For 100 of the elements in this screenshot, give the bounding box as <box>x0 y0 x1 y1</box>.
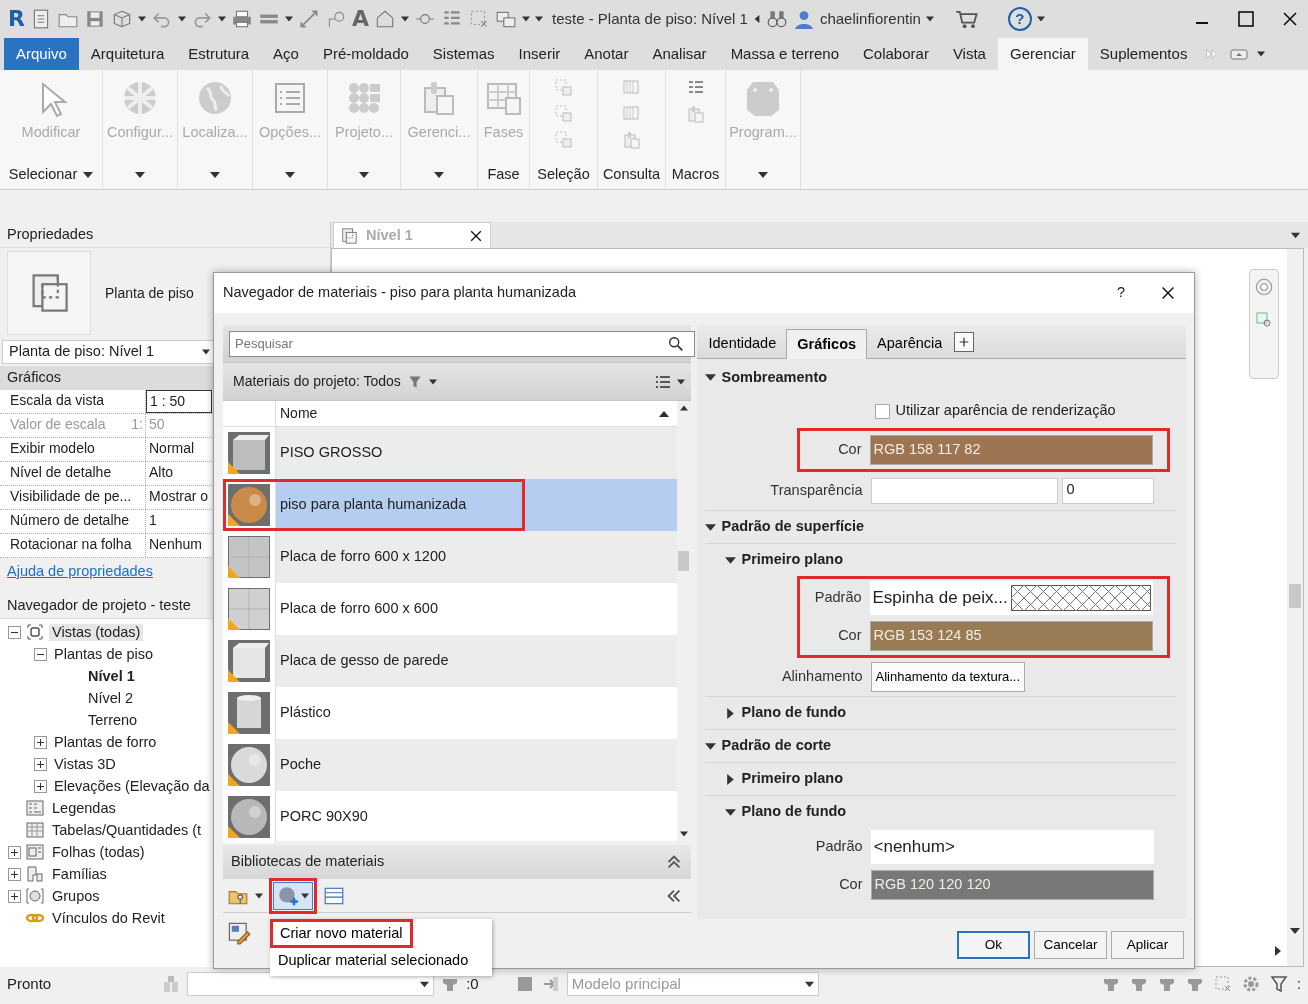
tree-item[interactable]: Vistas (todas) <box>49 623 144 642</box>
collapse-icon[interactable] <box>724 806 736 818</box>
section-title[interactable]: Sombreamento <box>721 368 828 387</box>
color-field[interactable]: RGB 120 120 120 <box>870 870 1154 900</box>
dialog-button[interactable]: Aplicar <box>1111 931 1184 959</box>
tree-item[interactable]: Tabelas/Quantidades (t <box>49 821 205 840</box>
dialog-button[interactable]: Ok <box>957 931 1030 959</box>
app-logo[interactable]: R <box>8 5 25 33</box>
filter-icon[interactable] <box>406 373 423 390</box>
ribbon-tab[interactable]: Anotar <box>572 38 641 70</box>
binoculars-icon[interactable] <box>765 8 788 30</box>
close-icon[interactable] <box>1159 284 1177 302</box>
measure-icon[interactable] <box>297 8 320 30</box>
ribbon-tab[interactable]: Gerenciar <box>997 38 1088 70</box>
print-icon[interactable] <box>230 8 253 30</box>
tree-item[interactable]: Folhas (todas) <box>49 843 148 862</box>
section-title[interactable]: Padrão de corte <box>721 737 832 755</box>
ribbon-tab[interactable]: Massa e terreno <box>718 38 851 70</box>
value-field[interactable]: 1 : 50 <box>146 390 212 413</box>
ribbon-tab[interactable]: Vista <box>940 38 998 70</box>
filter-icon[interactable] <box>1268 974 1289 994</box>
material-row[interactable]: Plástico <box>223 687 677 739</box>
pattern-field[interactable]: <nenhum> <box>870 830 1154 864</box>
add-tab-button[interactable] <box>954 332 975 352</box>
ribbon-tab[interactable]: Estrutura <box>176 38 262 70</box>
steering-wheel-icon[interactable] <box>1253 276 1275 298</box>
ribbon-tab[interactable]: Pré-moldado <box>310 38 421 70</box>
checkbox[interactable] <box>874 403 890 419</box>
material-row[interactable]: PORC 90X90 <box>223 791 677 843</box>
ribbon-tab[interactable]: Sistemas <box>420 38 507 70</box>
section-title[interactable]: Primeiro plano <box>741 551 844 569</box>
tab[interactable]: Gráficos <box>786 328 868 359</box>
expand-icon[interactable] <box>34 757 47 771</box>
color-field[interactable]: RGB 158 117 82 <box>869 435 1153 465</box>
dialog-button[interactable]: Cancelar <box>1034 931 1107 959</box>
file-menu-button[interactable]: Arquivo <box>4 38 79 70</box>
tree-item[interactable]: Nível 1 <box>85 667 138 686</box>
material-row[interactable]: Placa de forro 600 x 1200 <box>223 531 677 583</box>
section-title[interactable]: Primeiro plano <box>741 770 844 788</box>
tree-item[interactable]: Elevações (Elevação da <box>51 777 213 796</box>
column-header[interactable]: Nome <box>276 405 659 422</box>
collapse-icon[interactable] <box>704 521 716 533</box>
section-title[interactable]: Plano de fundo <box>741 704 847 722</box>
ribbon-tab[interactable]: Inserir <box>506 38 573 70</box>
expand-icon[interactable] <box>8 845 21 859</box>
tree-item[interactable]: Vínculos do Revit <box>49 909 168 928</box>
scrollbar-thumb[interactable] <box>678 551 689 571</box>
text-tool-button[interactable]: A <box>351 5 369 33</box>
material-row[interactable]: Poche <box>223 739 677 791</box>
expand-icon[interactable] <box>34 735 47 749</box>
section-title[interactable]: Padrão de superfície <box>721 518 865 536</box>
collapse-icon[interactable] <box>34 647 47 661</box>
help-button[interactable]: ? <box>1108 284 1133 302</box>
expand-icon[interactable] <box>8 867 21 881</box>
user-icon[interactable] <box>792 8 815 30</box>
texture-alignment-button[interactable]: Alinhamento da textura... <box>870 662 1026 692</box>
scrollbar-thumb[interactable] <box>1289 584 1301 608</box>
expand-icon[interactable] <box>8 889 21 903</box>
zoom-icon[interactable] <box>1254 310 1274 330</box>
tree-item[interactable]: Nível 2 <box>85 689 137 708</box>
select-icon[interactable] <box>1212 974 1233 994</box>
tab[interactable]: Aparência <box>867 328 953 358</box>
tab[interactable]: Identidade <box>698 328 787 358</box>
tree-item[interactable]: Plantas de forro <box>51 733 160 752</box>
pattern-field[interactable]: Espinha de peix... <box>869 581 1153 615</box>
material-editor-icon[interactable] <box>227 921 251 945</box>
material-row[interactable]: PISO GROSSO <box>223 427 677 479</box>
ribbon-tab[interactable]: Suplementos <box>1087 38 1200 70</box>
tree-item[interactable]: Grupos <box>49 887 103 906</box>
material-row[interactable]: Placa de gesso de parede <box>223 635 677 687</box>
material-row[interactable]: piso para planta humanizada <box>223 479 677 531</box>
collapse-icon[interactable] <box>724 554 736 566</box>
select-icon[interactable] <box>468 8 490 30</box>
help-button[interactable]: ? <box>1007 7 1032 31</box>
menu-item[interactable]: Criar novo material <box>272 921 411 947</box>
ribbon-tab[interactable]: Arquitetura <box>78 38 177 70</box>
help-link[interactable]: Ajuda de propriedades <box>0 558 160 586</box>
search-field[interactable]: Pesquisar <box>229 330 695 357</box>
user-name[interactable]: chaelinfiorentin <box>819 10 921 28</box>
ribbon-tab[interactable]: Aço <box>261 38 311 70</box>
collapse-icon[interactable] <box>8 625 21 639</box>
tree-item[interactable]: Famílias <box>49 865 110 884</box>
ribbon-tab[interactable]: Colaborar <box>851 38 941 70</box>
ribbon-tab[interactable]: Analisar <box>640 38 719 70</box>
expand-icon[interactable] <box>724 707 736 719</box>
expand-icon[interactable] <box>34 779 47 793</box>
tree-item[interactable]: Terreno <box>85 711 141 730</box>
maximize-icon[interactable] <box>1236 9 1256 29</box>
house-icon[interactable] <box>374 8 396 30</box>
slider-track[interactable] <box>870 478 1058 504</box>
collapse-icon[interactable] <box>704 740 716 752</box>
section-title[interactable]: Plano de fundo <box>741 803 847 821</box>
tree-item[interactable]: Legendas <box>49 799 119 818</box>
collapse-icon[interactable] <box>704 372 716 383</box>
tree-item[interactable]: Vistas 3D <box>51 755 119 774</box>
value-field[interactable]: 0 <box>1061 478 1154 504</box>
tree-item[interactable]: Plantas de piso <box>51 645 157 664</box>
menu-item[interactable]: Duplicar material selecionado <box>270 948 477 974</box>
expand-icon[interactable] <box>724 773 736 785</box>
navigation-bar[interactable] <box>1249 269 1279 379</box>
